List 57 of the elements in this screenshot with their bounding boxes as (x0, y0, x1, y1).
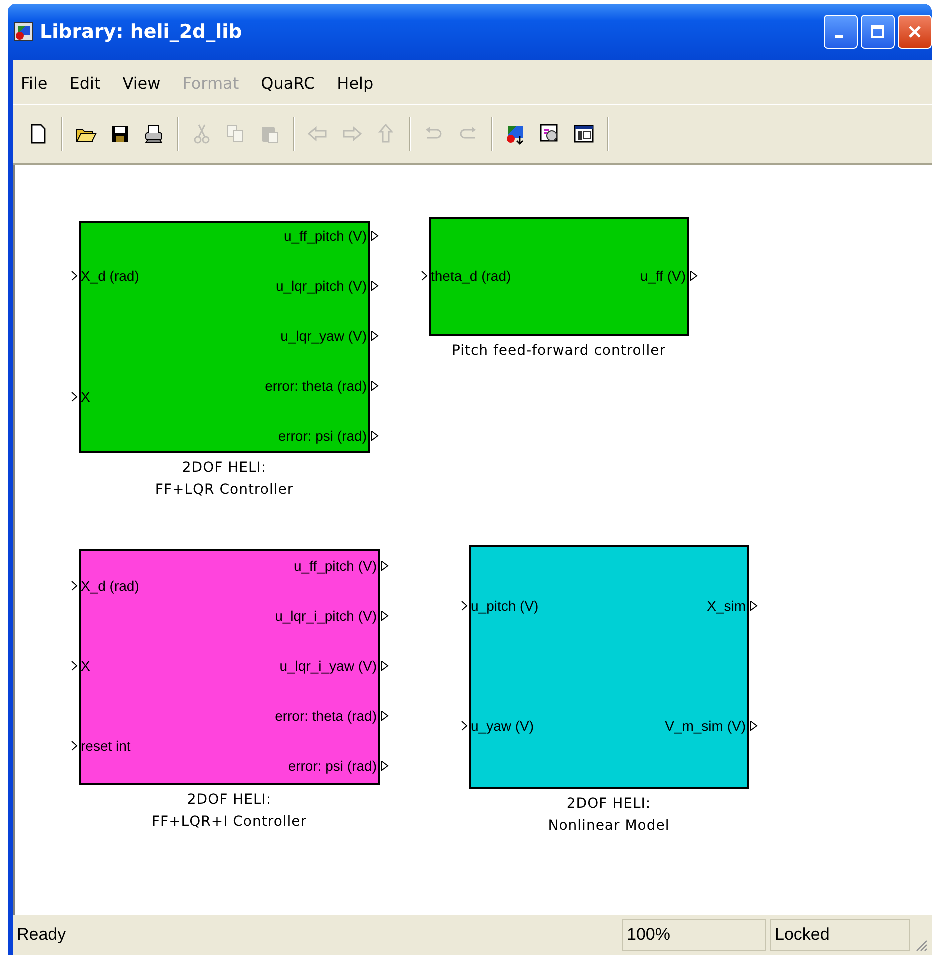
port-label: error: psi (rad) (278, 427, 367, 445)
resize-grip-icon (914, 938, 928, 952)
input-port-icon (71, 392, 78, 402)
port-label: X_d (rad) (81, 267, 140, 285)
port-label: error: theta (rad) (265, 377, 367, 395)
menu-item[interactable]: Edit (70, 74, 101, 92)
maximize-icon (871, 25, 885, 39)
block-caption: Nonlinear Model (548, 818, 670, 834)
subsystem-block[interactable] (79, 549, 380, 785)
input-port-icon (71, 581, 78, 591)
port-label: u_pitch (V) (471, 597, 539, 615)
minimize-button[interactable] (824, 15, 858, 49)
port-label: X_sim (707, 597, 746, 615)
port-label: u_lqr_yaw (V) (280, 327, 367, 345)
minimize-icon (835, 35, 843, 38)
input-port-icon (461, 601, 468, 611)
close-icon (908, 25, 922, 39)
port-label: X (81, 657, 90, 675)
menu-item[interactable]: File (21, 74, 48, 92)
window-title: Library: heli_2d_lib (40, 21, 244, 43)
block-caption: 2DOF HELI: (182, 460, 267, 476)
block-caption: FF+LQR+I Controller (152, 814, 308, 830)
input-port-icon (71, 661, 78, 671)
port-label: u_lqr_i_pitch (V) (275, 607, 377, 625)
block-caption: Pitch feed-forward controller (452, 343, 666, 359)
menu-item[interactable]: QuaRC (261, 74, 316, 92)
port-label: u_ff (V) (640, 267, 686, 285)
status-mode: Locked (770, 919, 910, 951)
block-caption: 2DOF HELI: (566, 796, 652, 812)
input-port-icon (461, 721, 468, 731)
input-port-icon (421, 271, 428, 281)
port-label: theta_d (rad) (431, 267, 512, 285)
subsystem-block[interactable] (79, 221, 370, 453)
block-caption: 2DOF HELI: (187, 792, 272, 808)
block-caption: FF+LQR Controller (155, 482, 294, 498)
port-label: u_ff_pitch (V) (284, 227, 367, 245)
maximize-button[interactable] (861, 15, 895, 49)
subsystem-block[interactable] (429, 217, 689, 336)
subsystem-block[interactable] (469, 545, 749, 789)
zoom-level: 100% (622, 919, 766, 951)
input-port-icon (71, 271, 78, 281)
menu-item[interactable]: Help (337, 74, 374, 92)
port-label: reset int (81, 737, 131, 755)
input-port-icon (71, 741, 78, 751)
port-label: u_lqr_i_yaw (V) (280, 657, 377, 675)
port-label: error: psi (rad) (288, 757, 377, 775)
status-message: Ready (16, 924, 68, 946)
port-label: X_d (rad) (81, 577, 140, 595)
menu-item[interactable]: View (122, 74, 161, 92)
port-label: u_yaw (V) (471, 717, 534, 735)
port-label: X (81, 388, 90, 406)
port-label: u_ff_pitch (V) (294, 557, 377, 575)
port-label: V_m_sim (V) (665, 717, 746, 735)
port-label: u_lqr_pitch (V) (276, 277, 367, 295)
port-label: error: theta (rad) (275, 707, 377, 725)
app-icon (14, 22, 34, 42)
close-button[interactable] (898, 15, 932, 49)
